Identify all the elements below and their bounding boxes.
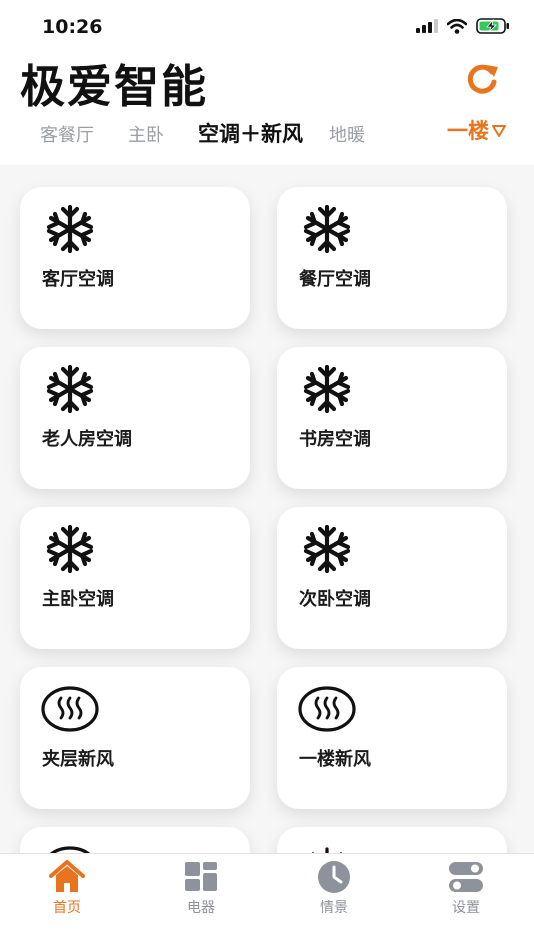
appliances-icon [185, 862, 217, 891]
nav-home[interactable]: 首页 [27, 859, 107, 917]
sun-icon [311, 847, 343, 853]
snowflake-icon [40, 523, 100, 575]
battery-charging-icon [476, 18, 509, 34]
nav-appliances[interactable]: 电器 [161, 859, 241, 917]
device-name: 老人房空调 [42, 429, 132, 450]
device-card[interactable]: 一楼新风 [277, 667, 507, 809]
triangle-down-icon [492, 125, 506, 137]
tab-master-bedroom[interactable]: 主卧 [128, 121, 164, 147]
device-card[interactable]: 老人房空调 [20, 347, 250, 489]
device-card[interactable]: 次卧空调 [277, 507, 507, 649]
snowflake-icon [297, 523, 357, 575]
device-card[interactable]: 夹层新风 [20, 667, 250, 809]
device-card[interactable]: 主卧空调 [20, 507, 250, 649]
floor-selector[interactable]: 一楼 [447, 115, 507, 145]
nav-settings[interactable]: 设置 [426, 859, 506, 917]
nav-scenes[interactable]: 情景 [294, 859, 374, 917]
header: 10:26 极爱智能 客餐厅 主卧 空调＋新风 地暖 一楼 [0, 0, 534, 165]
home-icon [49, 860, 85, 892]
room-tabs: 客餐厅 主卧 空调＋新风 地暖 [40, 118, 399, 148]
fresh-air-icon [41, 846, 99, 853]
settings-toggle-icon [449, 862, 483, 892]
floor-selector-label: 一楼 [447, 119, 489, 143]
bottom-nav: 首页 电器 情景 设置 [0, 853, 534, 950]
device-grid: 客厅空调 餐厅空调 老人房空调 书房空调 主卧空调 次卧空调 夹层新风 一楼新风 [0, 165, 534, 853]
tab-ac-fresh-air[interactable]: 空调＋新风 [198, 118, 303, 148]
status-bar: 10:26 [0, 0, 534, 50]
device-card-partial[interactable] [277, 827, 507, 853]
device-card-partial[interactable] [20, 827, 250, 853]
nav-home-label: 首页 [53, 900, 81, 916]
snowflake-icon [297, 203, 357, 255]
snowflake-icon [40, 363, 100, 415]
device-name: 客厅空调 [42, 269, 114, 290]
device-card[interactable]: 书房空调 [277, 347, 507, 489]
cellular-signal-icon [416, 19, 438, 33]
device-name: 一楼新风 [299, 749, 371, 770]
tab-living-dining[interactable]: 客餐厅 [40, 121, 94, 147]
snowflake-icon [297, 363, 357, 415]
status-icons [416, 18, 510, 34]
device-name: 次卧空调 [299, 589, 371, 610]
clock-icon [318, 861, 350, 893]
fresh-air-icon [298, 686, 356, 732]
device-name: 书房空调 [299, 429, 371, 450]
nav-settings-label: 设置 [452, 900, 480, 916]
refresh-icon[interactable] [462, 58, 502, 98]
device-card[interactable]: 餐厅空调 [277, 187, 507, 329]
app-title: 极爱智能 [20, 60, 209, 113]
snowflake-icon [40, 203, 100, 255]
device-card[interactable]: 客厅空调 [20, 187, 250, 329]
status-time: 10:26 [42, 16, 103, 38]
nav-appliances-label: 电器 [187, 900, 215, 916]
device-name: 夹层新风 [42, 749, 114, 770]
device-name: 主卧空调 [42, 589, 114, 610]
fresh-air-icon [41, 686, 99, 732]
wifi-icon [447, 18, 467, 34]
nav-scenes-label: 情景 [320, 900, 348, 916]
device-name: 餐厅空调 [299, 269, 371, 290]
tab-floor-heating[interactable]: 地暖 [329, 121, 365, 147]
